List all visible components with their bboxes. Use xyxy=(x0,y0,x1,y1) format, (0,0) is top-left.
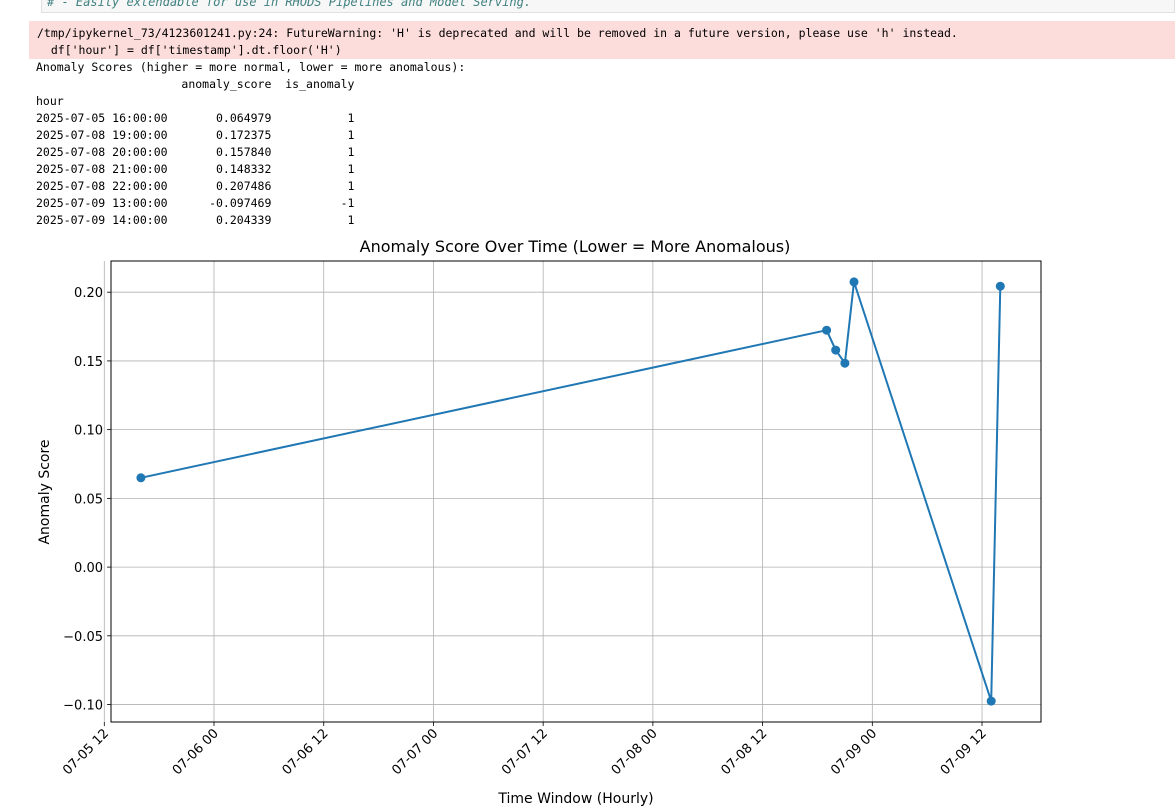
data-point xyxy=(849,277,859,287)
y-tick-label: 0.00 xyxy=(74,561,103,576)
y-tick-label: 0.20 xyxy=(74,286,103,301)
output-heading: Anomaly Scores (higher = more normal, lo… xyxy=(36,60,466,74)
previous-code-cell[interactable]: # - Easily extendable for use in RHODS P… xyxy=(41,0,1175,13)
y-tick-label: −0.10 xyxy=(63,699,103,714)
data-point xyxy=(986,696,996,706)
data-point xyxy=(136,473,146,483)
x-tick-label: 07-05 12 xyxy=(60,726,112,778)
table-row: 2025-07-08 20:00:00 0.157840 1 xyxy=(36,145,355,159)
table-row: 2025-07-08 21:00:00 0.148332 1 xyxy=(36,162,355,176)
warning-code-line: df['hour'] = df['timestamp'].dt.floor('H… xyxy=(37,43,342,57)
table-row: 2025-07-09 13:00:00 -0.097469 -1 xyxy=(36,196,355,210)
x-tick-label: 07-06 00 xyxy=(170,726,222,778)
table-row: 2025-07-08 22:00:00 0.207486 1 xyxy=(36,179,355,193)
y-axis-label: Anomaly Score xyxy=(37,439,53,544)
x-tick-label: 07-08 12 xyxy=(718,726,770,778)
x-tick-label: 07-06 12 xyxy=(280,726,332,778)
anomaly-score-chart: Anomaly Score Over Time (Lower = More An… xyxy=(37,237,1042,806)
series-line-layer xyxy=(140,280,1002,703)
table-index-name: hour xyxy=(36,94,64,108)
data-point xyxy=(831,345,841,355)
data-point xyxy=(995,281,1005,291)
x-tick-label: 07-09 00 xyxy=(828,726,880,778)
data-point xyxy=(822,325,832,335)
grid-lines xyxy=(103,261,1041,722)
warning-line: /tmp/ipykernel_73/4123601241.py:24: Futu… xyxy=(37,26,958,40)
x-tick-label: 07-09 12 xyxy=(938,726,990,778)
table-row: 2025-07-09 14:00:00 0.204339 1 xyxy=(36,213,355,227)
table-header: anomaly_score is_anomaly xyxy=(36,77,355,91)
x-tick-label: 07-08 00 xyxy=(609,726,661,778)
plot-frame xyxy=(110,260,1042,723)
code-comment: # - Easily extendable for use in RHODS P… xyxy=(47,0,532,9)
x-tick-label: 07-07 12 xyxy=(499,726,551,778)
x-axis-label: Time Window (Hourly) xyxy=(497,791,653,806)
table-row: 2025-07-08 19:00:00 0.172375 1 xyxy=(36,128,355,142)
stderr-output: /tmp/ipykernel_73/4123601241.py:24: Futu… xyxy=(29,21,1175,59)
x-tick-label: 07-07 00 xyxy=(389,726,441,778)
y-tick-label: 0.10 xyxy=(74,424,103,439)
chart-title: Anomaly Score Over Time (Lower = More An… xyxy=(360,237,791,256)
x-axis-ticks: 07-05 12 07-06 00 07-06 12 07-07 00 07-07 12… xyxy=(60,722,990,778)
series-line xyxy=(140,280,1002,703)
table-row: 2025-07-05 16:00:00 0.064979 1 xyxy=(36,111,355,125)
y-tick-label: 0.05 xyxy=(74,492,103,507)
y-axis-ticks: 0.20 0.15 0.10 0.05 0.00 −0.05 −0.10 xyxy=(63,286,111,714)
data-point xyxy=(840,358,850,368)
y-tick-label: 0.15 xyxy=(74,355,103,370)
y-tick-label: −0.05 xyxy=(63,630,103,645)
